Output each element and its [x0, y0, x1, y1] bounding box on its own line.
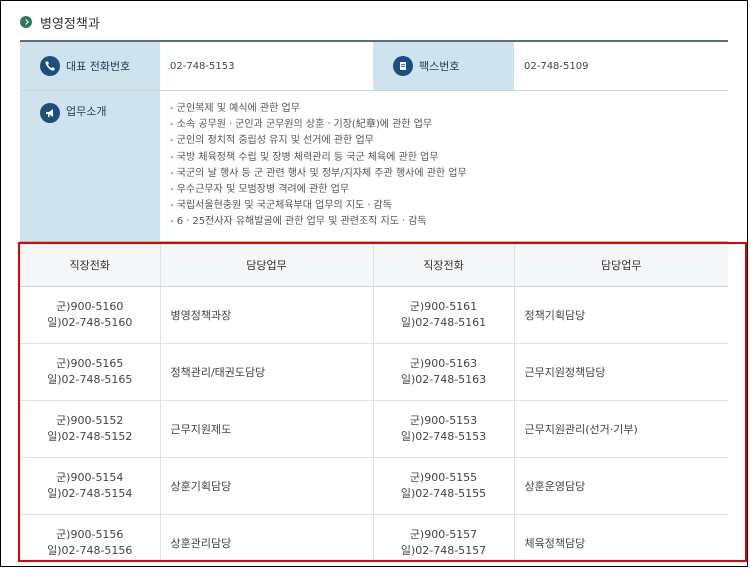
phone-value: 02-748-5153	[170, 60, 235, 72]
contact-row: 대표 전화번호 02-748-5153 팩스번호 02-748-5109	[20, 42, 728, 91]
duty-cell: 병영정책과장	[160, 286, 374, 344]
phone-cell: 군)900-5156 일)02-748-5156	[20, 514, 161, 560]
general-phone: 일)02-748-5156	[47, 544, 133, 557]
phone-label: 대표 전화번호	[66, 60, 131, 73]
fax-label: 팩스번호	[419, 60, 460, 73]
general-phone: 일)02-748-5160	[47, 316, 133, 329]
duty-cell: 상훈운영담당	[514, 457, 728, 515]
phone-label-cell: 대표 전화번호	[20, 42, 160, 90]
duty-cell: 체육정책담당	[514, 514, 728, 560]
megaphone-icon	[40, 103, 60, 123]
phone-cell: 군)900-5160 일)02-748-5160	[20, 286, 161, 344]
duties-row: 업무소개 - 군인복제 및 예식에 관한 업무 - 소속 공무원ㆍ군인과 군무원…	[20, 91, 728, 241]
table-row: 군)900-5165 일)02-748-5165 정책관리/태권도담당 군)900…	[20, 343, 728, 401]
military-phone: 군)900-5156	[56, 528, 124, 541]
phone-cell: 군)900-5157 일)02-748-5157	[373, 514, 515, 560]
military-phone: 군)900-5163	[409, 357, 478, 370]
duty-item: - 군인복제 및 예식에 관한 업무	[170, 103, 300, 114]
section-title-text: 병영정책과	[40, 16, 100, 32]
duty-item: - 6ㆍ25전사자 유해발굴에 관한 업무 및 관련조직 지도ㆍ감독	[170, 216, 427, 228]
chevron-right-icon	[20, 16, 32, 28]
general-phone: 일)02-748-5152	[47, 430, 133, 443]
duties-label: 업무소개	[66, 105, 107, 118]
duty-cell: 상훈관리담당	[160, 514, 374, 560]
duty-cell: 근무지원정책담당	[514, 343, 728, 401]
staff-header-row: 직장전화 담당업무 직장전화 담당업무	[20, 244, 728, 287]
duty-item: - 소속 공무원ㆍ군인과 군무원의 상훈ㆍ기장(紀章)에 관한 업무	[170, 119, 433, 131]
phone-cell: 군)900-5152 일)02-748-5152	[20, 400, 161, 458]
staff-table: 직장전화 담당업무 직장전화 담당업무 군)900-5160 일)02-748-5…	[20, 244, 728, 560]
duty-cell: 상훈기획담당	[160, 457, 374, 515]
military-phone: 군)900-5155	[409, 471, 478, 484]
phone-icon	[40, 56, 60, 76]
general-phone: 일)02-748-5157	[400, 544, 487, 557]
general-phone: 일)02-748-5154	[47, 487, 133, 500]
phone-cell: 군)900-5163 일)02-748-5163	[373, 343, 515, 401]
military-phone: 군)900-5153	[409, 414, 478, 427]
military-phone: 군)900-5154	[56, 471, 124, 484]
phone-cell: 군)900-5161 일)02-748-5161	[373, 286, 515, 344]
header-duty: 담당업무	[160, 244, 374, 287]
table-row: 군)900-5154 일)02-748-5154 상훈기획담당 군)900-515…	[20, 457, 728, 515]
general-phone: 일)02-748-5165	[47, 373, 133, 386]
duty-cell: 정책관리/태권도담당	[160, 343, 374, 401]
military-phone: 군)900-5165	[56, 357, 124, 370]
table-row: 군)900-5152 일)02-748-5152 근무지원제도 군)900-515…	[20, 400, 728, 458]
duty-item: - 군인의 정치적 중립성 유지 및 선거에 관한 업무	[170, 135, 374, 147]
phone-cell: 군)900-5165 일)02-748-5165	[20, 343, 161, 401]
military-phone: 군)900-5160	[56, 300, 124, 313]
general-phone: 일)02-748-5155	[400, 487, 487, 500]
military-phone: 군)900-5161	[409, 300, 478, 313]
duty-item: - 국립서울현충원 및 국군체육부대 업무의 지도ㆍ감독	[170, 200, 392, 212]
header-phone: 직장전화	[20, 244, 161, 287]
info-table: 대표 전화번호 02-748-5153 팩스번호 02-748-5109 업무소…	[20, 40, 728, 242]
duties-list: - 군인복제 및 예식에 관한 업무 - 소속 공무원ㆍ군인과 군무원의 상훈ㆍ…	[160, 91, 728, 231]
table-row: 군)900-5160 일)02-748-5160 병영정책과장 군)900-516…	[20, 286, 728, 344]
phone-cell: 군)900-5153 일)02-748-5153	[373, 400, 515, 458]
header-duty: 담당업무	[514, 244, 728, 287]
fax-label-cell: 팩스번호	[373, 42, 514, 90]
duty-cell: 근무지원관리(선거·기부)	[514, 400, 728, 458]
table-row: 군)900-5156 일)02-748-5156 상훈관리담당 군)900-515…	[20, 514, 728, 560]
fax-icon	[393, 56, 413, 76]
duty-cell: 정책기획담당	[514, 286, 728, 344]
duty-item: - 국방 체육정책 수립 및 장병 체력관리 등 국군 체육에 관한 업무	[170, 151, 439, 163]
duty-cell: 근무지원제도	[160, 400, 374, 458]
staff-directory-highlight: 직장전화 담당업무 직장전화 담당업무 군)900-5160 일)02-748-5…	[18, 242, 747, 562]
military-phone: 군)900-5152	[56, 414, 124, 427]
general-phone: 일)02-748-5161	[400, 316, 487, 329]
phone-cell: 군)900-5154 일)02-748-5154	[20, 457, 161, 515]
header-phone: 직장전화	[373, 244, 515, 287]
duty-item: - 우수근무자 및 모범장병 격려에 관한 업무	[170, 184, 350, 196]
general-phone: 일)02-748-5163	[400, 373, 487, 386]
duties-label-cell: 업무소개	[20, 91, 160, 241]
duty-item: - 국군의 날 행사 등 군 관련 행사 및 정부/지자체 주관 행사에 관한 …	[170, 167, 467, 179]
fax-value: 02-748-5109	[524, 60, 589, 72]
general-phone: 일)02-748-5153	[400, 430, 487, 443]
military-phone: 군)900-5157	[409, 528, 478, 541]
phone-cell: 군)900-5155 일)02-748-5155	[373, 457, 515, 515]
duties-content: - 군인복제 및 예식에 관한 업무 - 소속 공무원ㆍ군인과 군무원의 상훈ㆍ…	[160, 91, 728, 241]
section-title: 병영정책과	[20, 12, 100, 32]
